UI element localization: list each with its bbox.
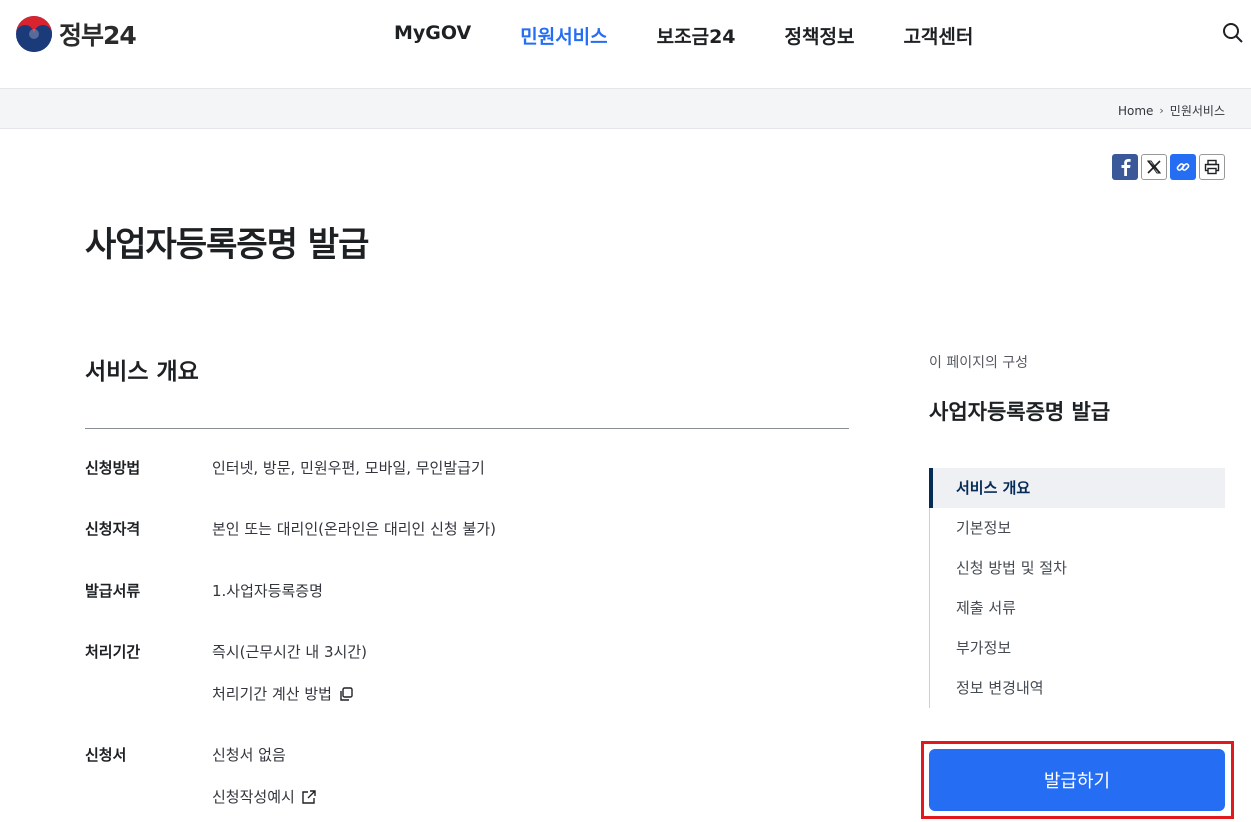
share-toolbar xyxy=(1112,154,1228,180)
info-value: 신청서 없음 xyxy=(212,746,286,764)
toc-item-overview[interactable]: 서비스 개요 xyxy=(929,468,1225,508)
section-title-overview: 서비스 개요 xyxy=(85,359,199,385)
info-label: 발급서류 xyxy=(85,582,141,600)
toc-item-documents[interactable]: 제출 서류 xyxy=(930,588,1225,628)
toc-item-procedure[interactable]: 신청 방법 및 절차 xyxy=(930,548,1225,588)
toc-item-change-history[interactable]: 정보 변경내역 xyxy=(930,668,1225,708)
application-example-link[interactable]: 신청작성예시 xyxy=(212,786,317,807)
breadcrumb-current[interactable]: 민원서비스 xyxy=(1170,102,1225,119)
application-example-label: 신청작성예시 xyxy=(212,788,295,806)
chevron-right-icon: › xyxy=(1159,104,1164,117)
site-header: 정부24 MyGOV 민원서비스 보조금24 정책정보 고객센터 xyxy=(0,0,1251,89)
toc-title: 사업자등록증명 발급 xyxy=(929,400,1111,424)
nav-item-subsidy24[interactable]: 보조금24 xyxy=(657,22,736,49)
toc-caption: 이 페이지의 구성 xyxy=(929,355,1029,371)
processing-time-calc-link[interactable]: 처리기간 계산 방법 xyxy=(212,683,354,704)
taegeuk-emblem-icon xyxy=(16,16,52,52)
breadcrumb: Home › 민원서비스 xyxy=(1118,102,1225,119)
nav-item-policy-info[interactable]: 정책정보 xyxy=(785,22,855,49)
info-label: 처리기간 xyxy=(85,643,141,661)
info-value: 인터넷, 방문, 민원우편, 모바일, 무인발급기 xyxy=(212,459,485,477)
nav-item-mygov[interactable]: MyGOV xyxy=(394,22,471,49)
page-title: 사업자등록증명 발급 xyxy=(85,225,369,265)
nav-item-customer-center[interactable]: 고객센터 xyxy=(903,22,973,49)
processing-time-calc-label: 처리기간 계산 방법 xyxy=(212,685,332,703)
toc-list: 서비스 개요 기본정보 신청 방법 및 절차 제출 서류 부가정보 정보 변경내… xyxy=(929,468,1225,708)
toc-item-additional-info[interactable]: 부가정보 xyxy=(930,628,1225,668)
logo-text: 정부24 xyxy=(59,21,137,50)
info-value: 즉시(근무시간 내 3시간) xyxy=(212,643,367,661)
info-label: 신청자격 xyxy=(85,520,141,538)
info-value: 1.사업자등록증명 xyxy=(212,582,323,600)
facebook-icon[interactable] xyxy=(1112,154,1138,180)
issue-button[interactable]: 발급하기 xyxy=(929,749,1225,811)
search-icon[interactable] xyxy=(1222,22,1244,44)
info-label: 신청방법 xyxy=(85,459,141,477)
info-value: 본인 또는 대리인(온라인은 대리인 신청 불가) xyxy=(212,520,496,538)
external-link-icon xyxy=(302,789,316,804)
section-divider xyxy=(85,428,849,429)
main-nav: MyGOV 민원서비스 보조금24 정책정보 고객센터 xyxy=(394,22,1022,49)
x-icon[interactable] xyxy=(1141,154,1167,180)
breadcrumb-bar: Home › 민원서비스 xyxy=(0,89,1251,129)
print-icon[interactable] xyxy=(1199,154,1225,180)
nav-item-civil-service[interactable]: 민원서비스 xyxy=(520,22,607,49)
copy-icon xyxy=(340,686,353,701)
breadcrumb-home[interactable]: Home xyxy=(1118,104,1153,118)
site-logo[interactable]: 정부24 xyxy=(15,15,137,53)
info-label: 신청서 xyxy=(85,746,127,764)
link-icon[interactable] xyxy=(1170,154,1196,180)
toc-item-basic-info[interactable]: 기본정보 xyxy=(930,508,1225,548)
